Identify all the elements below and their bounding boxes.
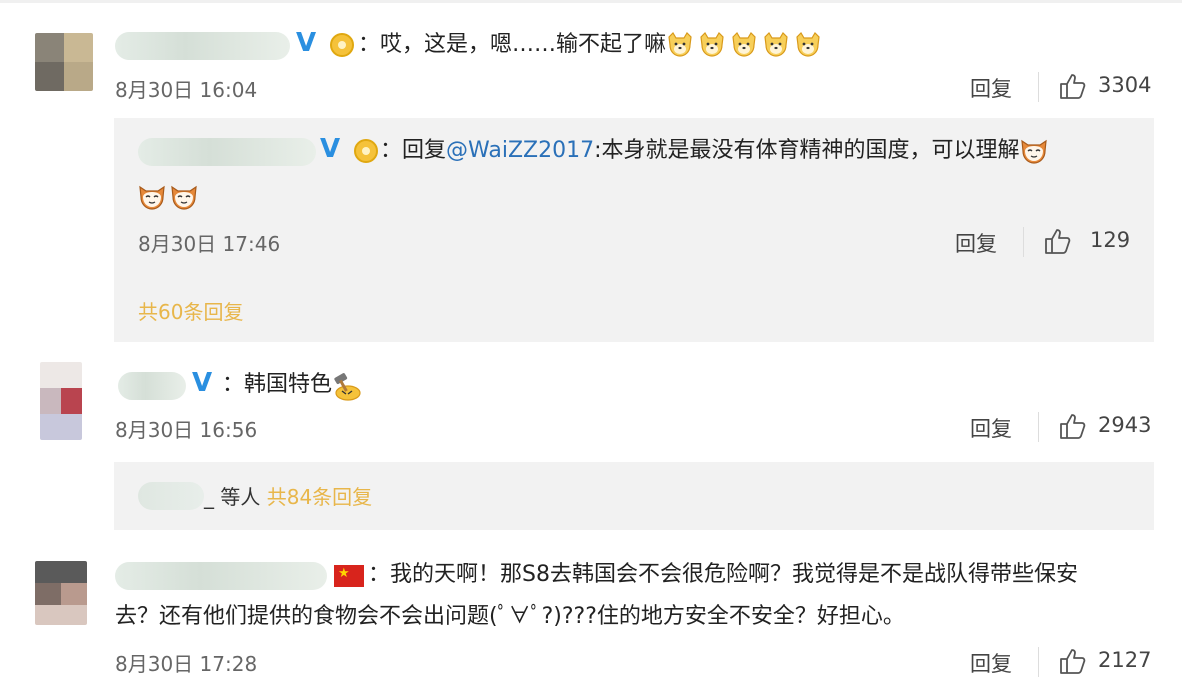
like-count: 2943: [1098, 413, 1152, 437]
dog-emoji: [730, 31, 758, 59]
dog-emoji: [762, 31, 790, 59]
reply-button[interactable]: 回复: [955, 228, 997, 258]
comment-text: ：韩国特色: [222, 368, 364, 402]
reply-button[interactable]: 回复: [970, 648, 1012, 678]
china-flag-icon: ★: [334, 565, 364, 587]
top-divider: [0, 0, 1182, 3]
reply-text: ：回复@WaiZZ2017:本身就是最没有体育精神的国度，可以理解: [380, 134, 1052, 168]
comment-time: 8月30日 16:56: [115, 418, 258, 442]
divider: [1038, 72, 1039, 102]
hammer-emoji: [332, 371, 361, 401]
cat-emoji: [138, 183, 166, 211]
thumb-up-icon[interactable]: [1043, 226, 1073, 256]
comment-time: 8月30日 16:04: [115, 78, 258, 102]
medal-icon: [354, 139, 378, 163]
cat-emoji: [1020, 137, 1048, 165]
like-count: 2127: [1098, 648, 1152, 672]
comment-time: 8月30日 17:28: [115, 652, 258, 676]
avatar[interactable]: [40, 362, 82, 440]
dog-emoji: [698, 31, 726, 59]
more-replies-row: _ 等人 共84条回复: [204, 485, 373, 509]
comment-text: ：哎，这是，嗯……输不起了嘛: [358, 28, 826, 62]
medal-icon: [330, 33, 354, 57]
comment-text-line1: ：我的天啊！那S8去韩国会不会很危险啊？我觉得是不是战队得带些保安: [368, 562, 1078, 587]
thumb-up-icon[interactable]: [1058, 411, 1088, 441]
reply-emoji-row: [138, 180, 202, 214]
username[interactable]: [118, 372, 186, 400]
verified-icon: V: [192, 368, 213, 398]
cat-emoji: [170, 183, 198, 211]
like-count: 129: [1090, 228, 1131, 252]
divider: [1023, 227, 1024, 257]
avatar[interactable]: [35, 561, 87, 625]
reply-button[interactable]: 回复: [970, 413, 1012, 443]
dog-emoji: [794, 31, 822, 59]
comment-text-line2: 去？还有他们提供的食物会不会出问题(ﾟ∀ﾟ?)???住的地方安全不安全？好担心。: [115, 604, 905, 629]
divider: [1038, 647, 1039, 677]
mention-link[interactable]: @WaiZZ2017: [446, 138, 594, 163]
reply-time: 8月30日 17:46: [138, 232, 281, 256]
thumb-up-icon[interactable]: [1058, 71, 1088, 101]
like-count: 3304: [1098, 73, 1152, 97]
thumb-up-icon[interactable]: [1058, 646, 1088, 676]
verified-icon: V: [320, 134, 341, 164]
more-replies-link[interactable]: 共60条回复: [138, 296, 243, 325]
username[interactable]: [115, 562, 327, 590]
verified-icon: V: [296, 28, 317, 58]
dog-emoji: [666, 31, 694, 59]
username[interactable]: [138, 138, 316, 166]
username[interactable]: [115, 32, 290, 60]
reply-button[interactable]: 回复: [970, 73, 1012, 103]
divider: [1038, 412, 1039, 442]
reply-usernames[interactable]: [138, 482, 204, 510]
avatar[interactable]: [35, 33, 93, 91]
more-replies-link[interactable]: 共84条回复: [267, 485, 372, 509]
